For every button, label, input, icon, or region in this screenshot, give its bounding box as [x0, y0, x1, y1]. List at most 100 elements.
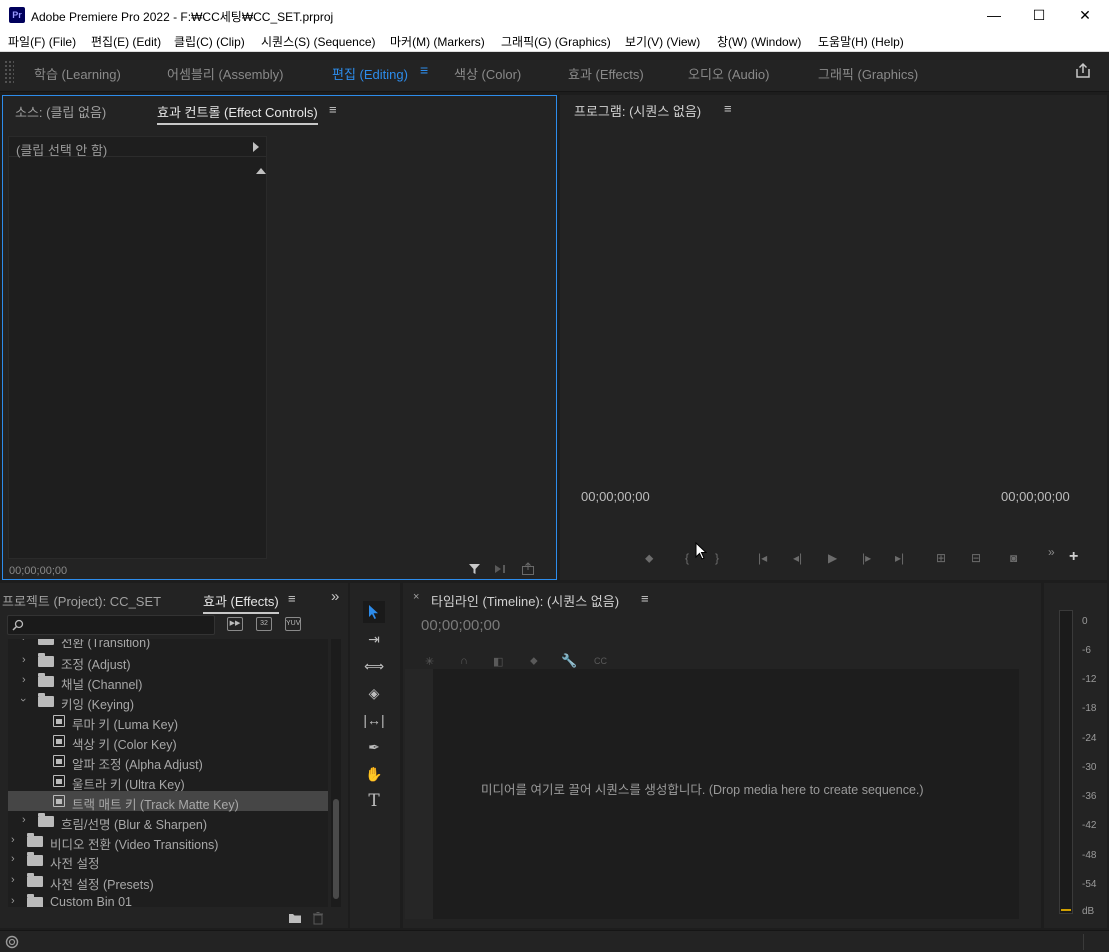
- menu-sequence[interactable]: 시퀀스(S) (Sequence): [261, 33, 376, 50]
- tab-timeline[interactable]: 타임라인 (Timeline): (시퀀스 없음): [431, 591, 619, 610]
- expand-arrow-icon[interactable]: [253, 142, 259, 152]
- go-to-out-icon[interactable]: ▸|: [895, 551, 904, 565]
- pen-tool-icon[interactable]: ✒: [363, 736, 385, 758]
- tree-folder-transition[interactable]: › 전환 (Transition): [8, 639, 328, 650]
- tree-folder-adjust[interactable]: › 조정 (Adjust): [8, 651, 328, 672]
- creative-cloud-icon[interactable]: [5, 935, 19, 949]
- effects-scrollbar[interactable]: [331, 639, 341, 907]
- chevron-right-icon[interactable]: ›: [11, 874, 15, 886]
- yuv-effects-button[interactable]: YUV: [285, 617, 301, 631]
- tree-folder-presets-2[interactable]: › 사전 설정 (Presets): [8, 871, 328, 892]
- snap-icon[interactable]: ∩: [460, 655, 468, 667]
- menu-window[interactable]: 창(W) (Window): [717, 33, 801, 50]
- lift-icon[interactable]: ⊞: [936, 551, 946, 565]
- tree-folder-blur-sharpen[interactable]: › 흐림/선명 (Blur & Sharpen): [8, 811, 328, 832]
- play-audio-icon[interactable]: [493, 562, 507, 576]
- tab-source[interactable]: 소스: (클립 없음): [15, 102, 106, 121]
- 32bit-effects-button[interactable]: 32: [256, 617, 272, 631]
- chevron-right-icon[interactable]: ›: [11, 853, 15, 865]
- tab-effects[interactable]: 효과 (Effects): [203, 591, 279, 614]
- workspace-color[interactable]: 색상 (Color): [454, 64, 521, 83]
- collapse-arrow-icon[interactable]: [256, 168, 266, 174]
- extract-icon[interactable]: ⊟: [971, 551, 981, 565]
- add-marker-icon[interactable]: ⬥: [530, 655, 538, 668]
- tree-effect-ultra-key[interactable]: 울트라 키 (Ultra Key): [8, 771, 328, 792]
- linked-selection-icon[interactable]: ◧: [493, 655, 503, 668]
- step-back-icon[interactable]: ◂|: [793, 551, 802, 565]
- export-frame-icon[interactable]: ◙: [1010, 551, 1017, 565]
- overflow-icon[interactable]: »: [1048, 545, 1055, 559]
- chevron-down-icon[interactable]: ›: [17, 698, 29, 702]
- chevron-right-icon[interactable]: ›: [11, 895, 15, 907]
- add-marker-icon[interactable]: ⬥: [645, 551, 653, 566]
- track-select-tool-icon[interactable]: ⇥: [363, 628, 385, 650]
- workspace-effects[interactable]: 효과 (Effects): [568, 64, 644, 83]
- tree-effect-luma-key[interactable]: 루마 키 (Luma Key): [8, 711, 328, 732]
- menu-clip[interactable]: 클립(C) (Clip): [174, 33, 245, 50]
- mark-out-icon[interactable]: }: [715, 551, 719, 565]
- workspace-menu-icon[interactable]: ≡: [420, 62, 428, 78]
- step-forward-icon[interactable]: |▸: [862, 551, 871, 565]
- workspace-assembly[interactable]: 어셈블리 (Assembly): [167, 64, 283, 83]
- timeline-close-icon[interactable]: ×: [413, 591, 419, 603]
- timeline-menu-icon[interactable]: ≡: [641, 591, 649, 606]
- export-icon[interactable]: [521, 562, 535, 576]
- chevron-right-icon[interactable]: ›: [22, 654, 26, 666]
- workspace-graphics[interactable]: 그래픽 (Graphics): [818, 64, 918, 83]
- effects-menu-icon[interactable]: ≡: [288, 591, 296, 606]
- workspace-audio[interactable]: 오디오 (Audio): [688, 64, 769, 83]
- trash-icon[interactable]: [312, 911, 324, 925]
- slip-tool-icon[interactable]: |↔|: [363, 709, 385, 731]
- tab-effect-controls[interactable]: 효과 컨트롤 (Effect Controls): [157, 102, 318, 125]
- effects-search-input[interactable]: [7, 615, 215, 635]
- program-timecode-current[interactable]: 00;00;00;00: [581, 489, 650, 504]
- grip-icon[interactable]: [4, 60, 14, 84]
- nest-icon[interactable]: ✳: [425, 655, 434, 668]
- chevron-right-icon[interactable]: ›: [22, 639, 26, 644]
- chevron-right-icon[interactable]: ›: [22, 814, 26, 826]
- razor-tool-icon[interactable]: ◈: [363, 682, 385, 704]
- minimize-button[interactable]: —: [971, 0, 1017, 30]
- tree-folder-keying[interactable]: › 키잉 (Keying): [8, 691, 328, 712]
- menu-help[interactable]: 도움말(H) (Help): [818, 33, 904, 50]
- tree-effect-color-key[interactable]: 색상 키 (Color Key): [8, 731, 328, 752]
- add-button-icon[interactable]: +: [1069, 548, 1078, 566]
- tree-folder-presets-1[interactable]: › 사전 설정: [8, 850, 328, 871]
- tree-folder-custom-bin[interactable]: › Custom Bin 01: [8, 892, 328, 907]
- accelerated-effects-button[interactable]: ▶▶: [227, 617, 243, 631]
- program-menu-icon[interactable]: ≡: [724, 101, 732, 116]
- captions-icon[interactable]: CC: [594, 656, 607, 666]
- tab-project[interactable]: 프로젝트 (Project): CC_SET: [2, 591, 161, 610]
- panel-menu-icon[interactable]: ≡: [329, 102, 337, 117]
- tab-program[interactable]: 프로그램: (시퀀스 없음): [574, 101, 701, 120]
- menu-view[interactable]: 보기(V) (View): [625, 33, 700, 50]
- chevron-right-icon[interactable]: ›: [11, 834, 15, 846]
- wrench-icon[interactable]: 🔧: [561, 653, 577, 669]
- new-bin-icon[interactable]: [288, 912, 302, 924]
- play-icon[interactable]: ▶: [828, 551, 837, 565]
- scrollbar-thumb[interactable]: [333, 799, 339, 899]
- tree-effect-alpha-adjust[interactable]: 알파 조정 (Alpha Adjust): [8, 751, 328, 772]
- menu-edit[interactable]: 편집(E) (Edit): [91, 33, 161, 50]
- menu-graphics[interactable]: 그래픽(G) (Graphics): [501, 33, 611, 50]
- workspace-editing[interactable]: 편집 (Editing): [332, 64, 408, 83]
- hand-tool-icon[interactable]: ✋: [363, 763, 385, 785]
- ripple-edit-tool-icon[interactable]: ⟺: [363, 655, 385, 677]
- timeline-timecode[interactable]: 00;00;00;00: [421, 617, 500, 634]
- workspace-learning[interactable]: 학습 (Learning): [34, 64, 121, 83]
- maximize-button[interactable]: ☐: [1016, 0, 1062, 30]
- menu-file[interactable]: 파일(F) (File): [8, 33, 76, 50]
- filter-icon[interactable]: [468, 562, 482, 576]
- panel-overflow-icon[interactable]: »: [331, 588, 339, 605]
- tree-folder-channel[interactable]: › 채널 (Channel): [8, 671, 328, 692]
- tree-folder-video-transitions[interactable]: › 비디오 전환 (Video Transitions): [8, 831, 328, 852]
- select-tool-icon[interactable]: [363, 601, 385, 623]
- mark-in-icon[interactable]: {: [685, 551, 689, 565]
- type-tool-icon[interactable]: T: [363, 790, 385, 812]
- share-icon[interactable]: [1074, 62, 1092, 80]
- go-to-in-icon[interactable]: |◂: [758, 551, 767, 565]
- chevron-right-icon[interactable]: ›: [22, 674, 26, 686]
- menu-markers[interactable]: 마커(M) (Markers): [390, 33, 485, 50]
- tree-effect-track-matte-key[interactable]: 트랙 매트 키 (Track Matte Key): [8, 791, 328, 812]
- close-button[interactable]: ✕: [1062, 0, 1108, 30]
